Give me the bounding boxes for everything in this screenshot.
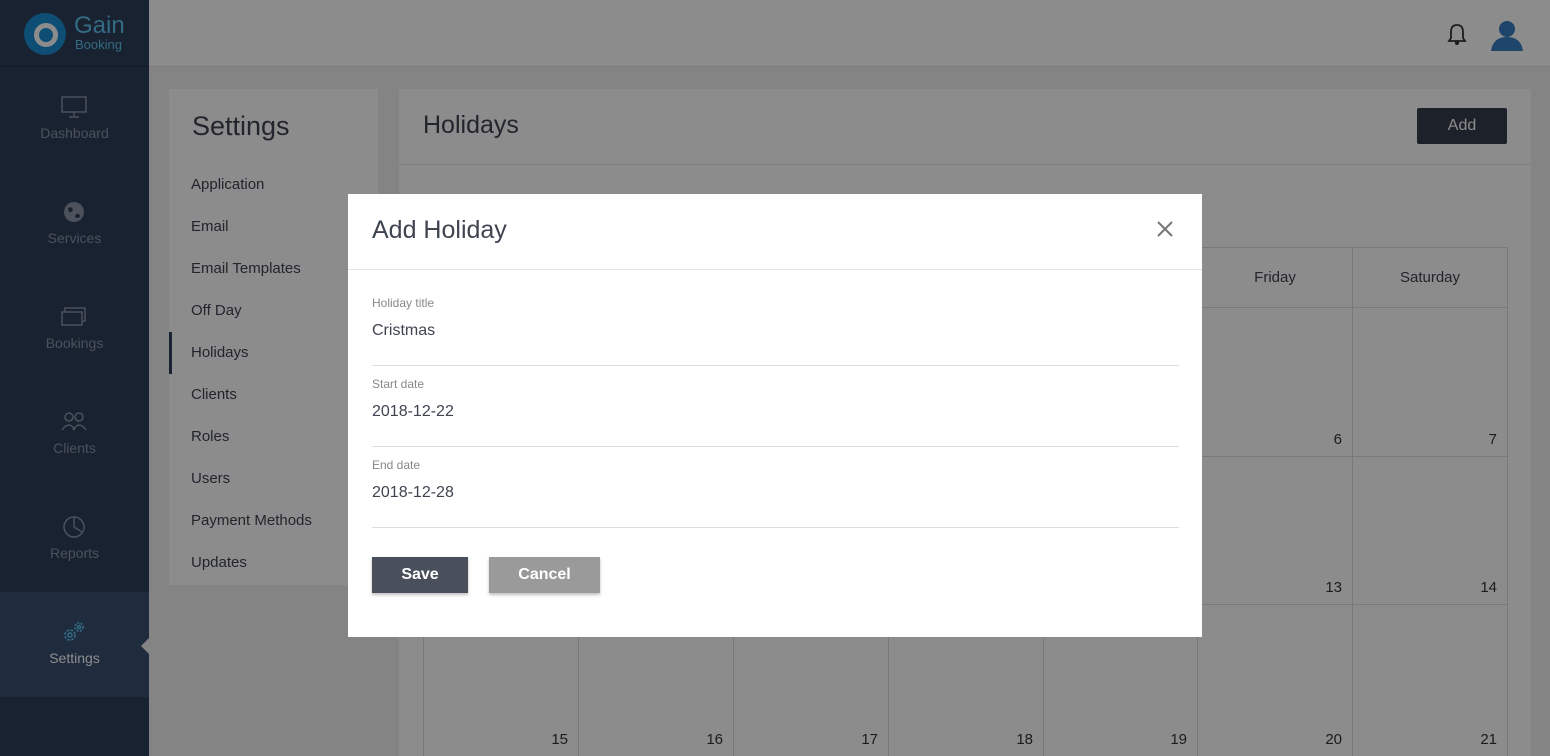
modal-title: Add Holiday (372, 216, 507, 244)
save-button[interactable]: Save (372, 557, 468, 593)
cancel-button[interactable]: Cancel (489, 557, 600, 593)
close-icon[interactable] (1154, 218, 1176, 240)
field-label: Start date (372, 377, 425, 391)
end-date-field: End date (372, 458, 1179, 528)
modal-header: Add Holiday (348, 194, 1202, 270)
end-date-input[interactable] (372, 478, 1179, 508)
field-label: Holiday title (372, 296, 435, 310)
holiday-title-input[interactable] (372, 316, 1179, 346)
holiday-title-field: Holiday title (372, 296, 1179, 366)
start-date-input[interactable] (372, 397, 1179, 427)
start-date-field: Start date (372, 377, 1179, 447)
add-holiday-modal: Add Holiday Holiday title Start date End… (348, 194, 1202, 637)
field-label: End date (372, 458, 421, 472)
